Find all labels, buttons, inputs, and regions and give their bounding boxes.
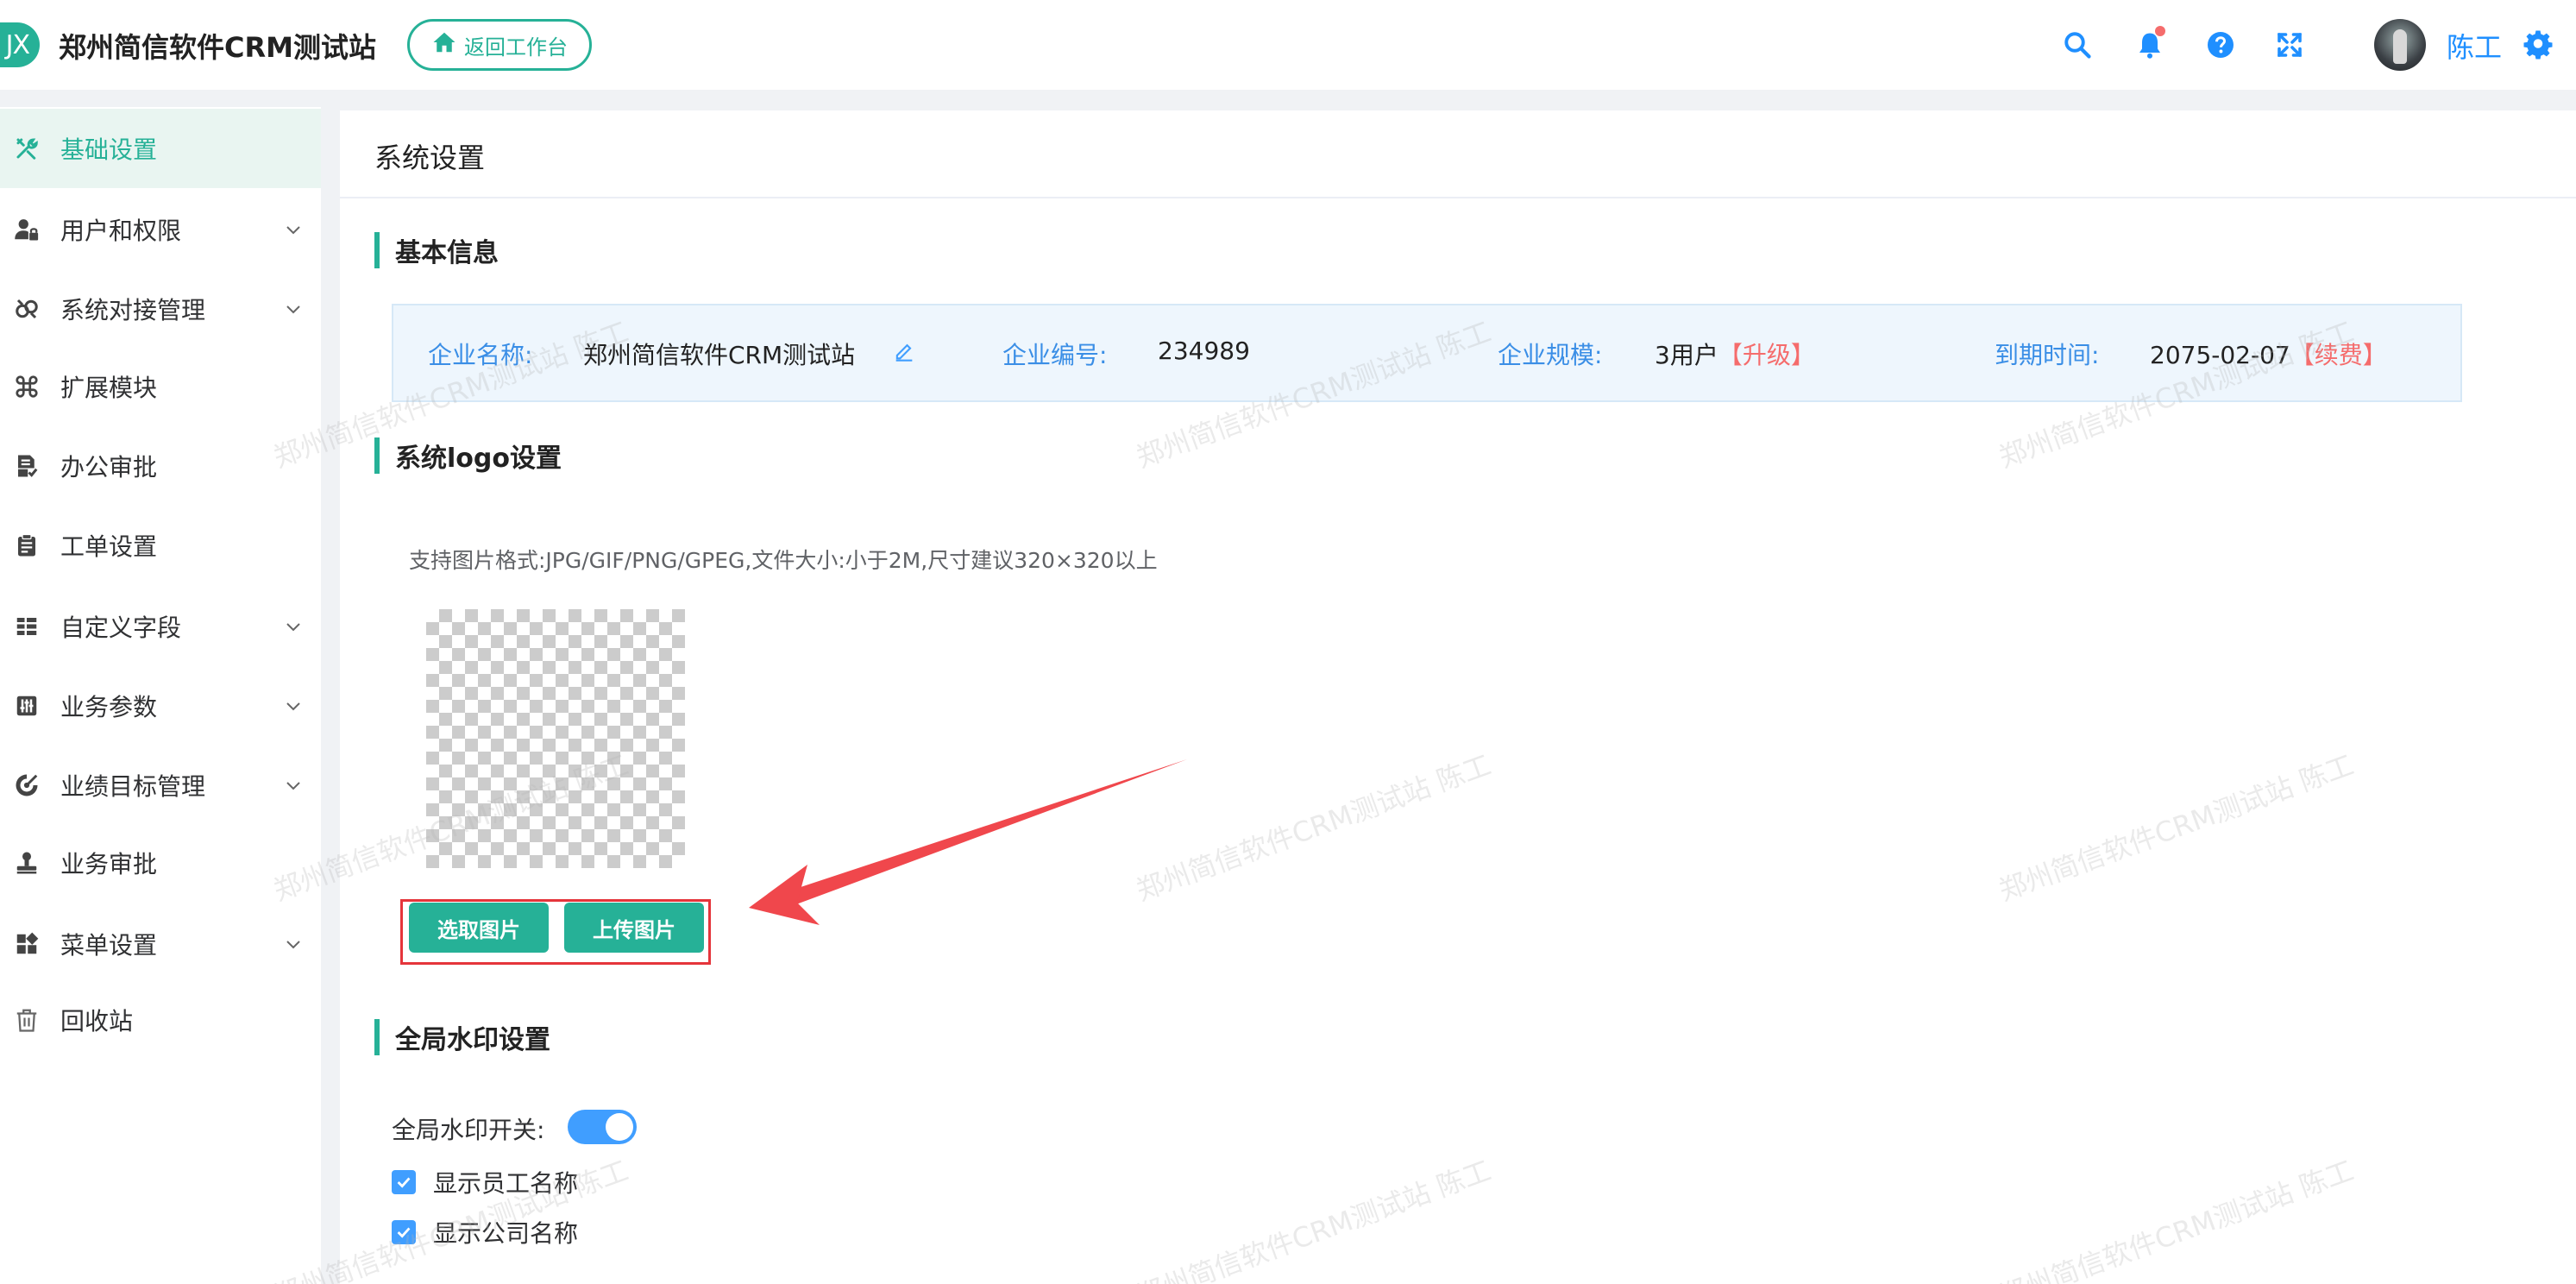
chevron-down-icon: [283, 775, 304, 796]
upgrade-link[interactable]: 【升级】: [1718, 341, 1815, 369]
help-icon[interactable]: [2203, 28, 2238, 62]
link-icon: [14, 296, 40, 322]
sidebar-item-office-approval[interactable]: 办公审批: [0, 426, 321, 506]
sidebar-item-label: 工单设置: [60, 532, 158, 561]
chevron-down-icon: [283, 219, 304, 240]
stamp-icon: [14, 850, 40, 876]
main-panel: 系统设置 基本信息 企业名称: 郑州简信软件CRM测试站 企业编号: 23498…: [340, 110, 2576, 1284]
sidebar-item-label: 用户和权限: [60, 217, 182, 245]
sidebar-item-label: 回收站: [60, 1007, 134, 1035]
scale-value: 3用户: [1655, 341, 1718, 369]
grid-icon: [14, 931, 40, 957]
user-lock-icon: [14, 217, 40, 242]
chevron-down-icon: [283, 616, 304, 637]
edit-icon[interactable]: [892, 338, 916, 362]
user-name[interactable]: 陈工: [2447, 26, 2502, 66]
show-employee-name-label: 显示员工名称: [433, 1169, 579, 1198]
sliders-icon: [14, 693, 40, 719]
app-logo: JX: [0, 22, 40, 67]
show-company-name-checkbox[interactable]: [392, 1220, 416, 1244]
section-basic-info: 基本信息: [374, 231, 499, 269]
renew-link[interactable]: 【续费】: [2290, 341, 2387, 369]
sidebar-item-label: 自定义字段: [60, 614, 182, 642]
page-title: 系统设置: [374, 142, 486, 174]
home-icon: [431, 29, 457, 60]
sidebar-item-label: 扩展模块: [60, 374, 158, 402]
sidebar-item-label: 菜单设置: [60, 931, 158, 960]
sidebar-item-users-permissions[interactable]: 用户和权限: [0, 190, 321, 269]
company-scale-label: 企业规模:: [1498, 341, 1603, 369]
watermark-toggle[interactable]: [568, 1110, 637, 1144]
sidebar-item-label: 基础设置: [60, 135, 158, 164]
section-title: 系统logo设置: [395, 444, 562, 474]
sidebar-item-performance-goals[interactable]: 业绩目标管理: [0, 746, 321, 825]
show-company-name-label: 显示公司名称: [433, 1219, 579, 1248]
company-scale-value: 3用户【升级】: [1655, 337, 1815, 371]
back-button-label: 返回工作台: [464, 35, 568, 60]
watermark-switch-label: 全局水印开关:: [392, 1116, 545, 1144]
company-name-value: 郑州简信软件CRM测试站: [583, 341, 856, 369]
select-image-button[interactable]: 选取图片: [409, 903, 549, 953]
sidebar-item-label: 办公审批: [60, 453, 158, 482]
trash-icon: [14, 1007, 40, 1033]
sidebar-item-label: 业绩目标管理: [60, 772, 206, 801]
gear-icon[interactable]: [2521, 28, 2555, 62]
show-employee-name-checkbox[interactable]: [392, 1170, 416, 1194]
expire-value: 2075-02-07: [2150, 341, 2290, 369]
show-employee-name-row[interactable]: 显示员工名称: [392, 1165, 578, 1199]
sidebar-item-label: 业务参数: [60, 693, 158, 721]
document-check-icon: [14, 453, 40, 479]
sidebar-item-custom-fields[interactable]: 自定义字段: [0, 587, 321, 666]
sidebar-item-label: 系统对接管理: [60, 296, 206, 324]
sidebar-item-menu-settings[interactable]: 菜单设置: [0, 904, 321, 984]
show-company-name-row[interactable]: 显示公司名称: [392, 1215, 578, 1249]
tools-icon: [14, 135, 40, 161]
logo-preview[interactable]: [426, 609, 685, 868]
sidebar-item-business-approval[interactable]: 业务审批: [0, 823, 321, 903]
list-icon: [14, 614, 40, 639]
sidebar-item-basic-settings[interactable]: 基础设置: [0, 109, 321, 188]
bell-icon[interactable]: [2133, 26, 2167, 62]
section-accent-bar: [374, 232, 380, 268]
sidebar-item-label: 业务审批: [60, 850, 158, 878]
section-title: 全局水印设置: [395, 1025, 550, 1055]
company-name-label: 企业名称:: [428, 341, 533, 369]
sidebar: 基础设置 用户和权限 系统对接管理 扩展模块 办公审批 工单设置 自定义字段 业…: [0, 107, 321, 1284]
command-icon: [14, 374, 40, 400]
app-title: 郑州简信软件CRM测试站: [59, 31, 376, 64]
company-id-value: 234989: [1158, 337, 1250, 365]
sidebar-item-system-integration[interactable]: 系统对接管理: [0, 269, 321, 349]
section-logo-settings: 系统logo设置: [374, 437, 562, 475]
avatar[interactable]: [2374, 19, 2426, 71]
basic-info-panel: 企业名称: 郑州简信软件CRM测试站 企业编号: 234989 企业规模: 3用…: [392, 304, 2462, 402]
back-to-workbench-button[interactable]: 返回工作台: [407, 19, 592, 71]
chevron-down-icon: [283, 696, 304, 716]
chevron-down-icon: [283, 299, 304, 319]
top-header: JX 郑州简信软件CRM测试站 返回工作台 陈工: [0, 0, 2576, 90]
section-watermark-settings: 全局水印设置: [374, 1018, 550, 1056]
sidebar-item-recycle-bin[interactable]: 回收站: [0, 980, 321, 1060]
sidebar-item-business-params[interactable]: 业务参数: [0, 666, 321, 746]
expire-date-value: 2075-02-07【续费】: [2150, 337, 2387, 371]
company-id-label: 企业编号:: [1002, 341, 1108, 369]
fullscreen-icon[interactable]: [2272, 28, 2307, 62]
section-accent-bar: [374, 437, 380, 474]
target-icon: [14, 772, 40, 798]
chevron-down-icon: [283, 934, 304, 954]
main-header: 系统设置: [340, 110, 2576, 198]
sidebar-item-ticket-settings[interactable]: 工单设置: [0, 506, 321, 585]
sidebar-item-extension-modules[interactable]: 扩展模块: [0, 347, 321, 426]
search-icon[interactable]: [2060, 28, 2095, 62]
clipboard-icon: [14, 532, 40, 558]
toggle-knob: [606, 1113, 633, 1141]
section-accent-bar: [374, 1019, 380, 1055]
logo-format-hint: 支持图片格式:JPG/GIF/PNG/GPEG,文件大小:小于2M,尺寸建议32…: [409, 548, 1158, 573]
upload-image-button[interactable]: 上传图片: [564, 903, 704, 953]
expire-date-label: 到期时间:: [1995, 341, 2100, 369]
notification-badge: [2155, 26, 2165, 36]
section-title: 基本信息: [395, 238, 499, 268]
